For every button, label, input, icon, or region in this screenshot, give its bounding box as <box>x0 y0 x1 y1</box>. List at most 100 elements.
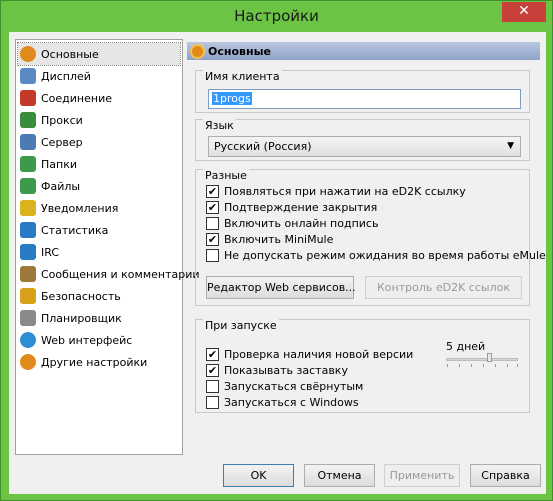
language-select[interactable]: Русский (Россия) ▼ <box>208 136 521 157</box>
cancel-button[interactable]: Отмена <box>304 464 375 487</box>
checkbox-label: Включить онлайн подпись <box>224 216 379 230</box>
nav-item-label: Планировщик <box>41 311 122 325</box>
nav-item-label: Сообщения и комментарии <box>41 267 200 281</box>
nav-item-other-settings[interactable]: Другие настройки <box>18 351 180 373</box>
nav-item-files[interactable]: Файлы <box>18 175 180 197</box>
misc-group: Разные ✔ Появляться при нажатии на eD2K … <box>195 169 546 306</box>
other-settings-icon <box>20 354 36 370</box>
settings-category-list[interactable]: Основные Дисплей Соединение Прокси Серве… <box>15 39 200 455</box>
nav-item-label: Прокси <box>41 113 83 127</box>
nav-item-label: IRC <box>41 245 60 259</box>
chevron-down-icon: ▼ <box>507 141 514 151</box>
checkbox-label: Показывать заставку <box>224 363 348 377</box>
checkbox-box[interactable]: ✔ <box>206 347 219 361</box>
gear-icon <box>190 43 205 59</box>
group-title: Имя клиента <box>203 70 282 83</box>
window-title: Настройки <box>234 7 319 25</box>
checkbox-box[interactable] <box>206 216 219 230</box>
statistics-icon <box>20 222 36 238</box>
folder-icon <box>20 156 36 172</box>
nav-item-label: Соединение <box>41 91 113 105</box>
ok-button[interactable]: OK <box>223 464 294 487</box>
nav-item-security[interactable]: Безопасность <box>18 285 180 307</box>
nav-item-connection[interactable]: Соединение <box>18 87 180 109</box>
nav-item-statistics[interactable]: Статистика <box>18 219 180 241</box>
ed2k-links-control-button[interactable]: Контроль eD2K ссылок <box>365 276 522 299</box>
nav-item-label: Статистика <box>41 223 109 237</box>
nav-item-notifications[interactable]: Уведомления <box>18 197 180 219</box>
notification-icon <box>20 200 36 216</box>
close-icon: ✕ <box>518 3 530 19</box>
checkbox-show-on-ed2k-link[interactable]: ✔ Появляться при нажатии на eD2K ссылку <box>206 184 466 198</box>
panel-header: Основные <box>187 42 540 60</box>
checkbox-label: Проверка наличия новой версии <box>224 347 414 361</box>
nav-item-label: Web интерфейс <box>41 333 133 347</box>
slider-tick <box>471 364 472 367</box>
group-title: При запуске <box>203 319 279 332</box>
slider-tick <box>447 364 448 367</box>
nav-item-general[interactable]: Основные <box>17 42 181 66</box>
files-icon <box>20 178 36 194</box>
nav-item-irc[interactable]: IRC <box>18 241 180 263</box>
slider-tick <box>517 364 518 367</box>
checkbox-box[interactable] <box>206 248 219 262</box>
nav-item-messages[interactable]: Сообщения и комментарии <box>18 263 200 285</box>
checkbox-check-new-version[interactable]: ✔ Проверка наличия новой версии <box>206 347 413 361</box>
settings-window: Настройки ✕ Основные Дисплей Соединение … <box>0 0 553 501</box>
checkbox-label: Появляться при нажатии на eD2K ссылку <box>224 184 466 198</box>
language-group: Язык Русский (Россия) ▼ <box>195 119 530 161</box>
help-button[interactable]: Справка <box>470 464 541 487</box>
server-icon <box>20 134 36 150</box>
slider-thumb[interactable] <box>487 353 492 362</box>
checkbox-label: Подтверждение закрытия <box>224 200 378 214</box>
nav-item-folders[interactable]: Папки <box>18 153 180 175</box>
checkbox-label: Запускаться с Windows <box>224 395 359 409</box>
nav-item-web-interface[interactable]: Web интерфейс <box>18 329 180 351</box>
nav-item-display[interactable]: Дисплей <box>18 65 180 87</box>
nav-item-label: Уведомления <box>41 201 119 215</box>
nav-item-label: Файлы <box>41 179 81 193</box>
nav-item-label: Сервер <box>41 135 83 149</box>
plug-icon <box>20 90 36 106</box>
checkbox-box[interactable] <box>206 395 219 409</box>
checkbox-online-signature[interactable]: Включить онлайн подпись <box>206 216 378 230</box>
checkbox-start-with-windows[interactable]: Запускаться с Windows <box>206 395 359 409</box>
checkbox-label: Включить MiniMule <box>224 232 334 246</box>
group-title: Язык <box>203 119 236 132</box>
client-name-input[interactable]: 1progs <box>208 89 521 109</box>
startup-group: При запуске 5 дней ✔ Проверка наличия но… <box>195 319 530 413</box>
nav-item-label: Основные <box>41 47 99 61</box>
checkbox-box[interactable]: ✔ <box>206 363 219 377</box>
slider-tick <box>483 364 484 367</box>
dialog-body: Основные Дисплей Соединение Прокси Серве… <box>9 32 546 494</box>
apply-button[interactable]: Применить <box>384 464 460 487</box>
checkbox-minimule[interactable]: ✔ Включить MiniMule <box>206 232 333 246</box>
nav-item-label: Безопасность <box>41 289 121 303</box>
nav-item-scheduler[interactable]: Планировщик <box>18 307 180 329</box>
close-button[interactable]: ✕ <box>502 2 546 22</box>
proxy-icon <box>20 112 36 128</box>
nav-item-label: Другие настройки <box>41 355 148 369</box>
nav-item-label: Дисплей <box>41 69 91 83</box>
messages-icon <box>20 266 36 282</box>
update-interval-label: 5 дней <box>446 340 486 353</box>
globe-icon <box>20 332 36 348</box>
slider-tick <box>495 364 496 367</box>
nav-item-server[interactable]: Сервер <box>18 131 180 153</box>
client-name-group: Имя клиента 1progs <box>195 70 530 113</box>
checkbox-prevent-standby[interactable]: Не допускать режим ожидания во время раб… <box>206 248 546 262</box>
checkbox-box[interactable]: ✔ <box>206 200 219 214</box>
scheduler-icon <box>20 310 36 326</box>
update-interval-slider[interactable] <box>446 358 518 361</box>
web-services-editor-button[interactable]: Редактор Web сервисов... <box>206 276 356 299</box>
monitor-icon <box>20 68 36 84</box>
checkbox-box[interactable] <box>206 379 219 393</box>
nav-item-proxy[interactable]: Прокси <box>18 109 180 131</box>
checkbox-show-splash[interactable]: ✔ Показывать заставку <box>206 363 348 377</box>
checkbox-box[interactable]: ✔ <box>206 184 219 198</box>
slider-tick <box>507 364 508 367</box>
checkbox-start-minimized[interactable]: Запускаться свёрнутым <box>206 379 363 393</box>
title-bar[interactable]: Настройки ✕ <box>1 1 552 33</box>
checkbox-box[interactable]: ✔ <box>206 232 219 246</box>
checkbox-confirm-exit[interactable]: ✔ Подтверждение закрытия <box>206 200 377 214</box>
